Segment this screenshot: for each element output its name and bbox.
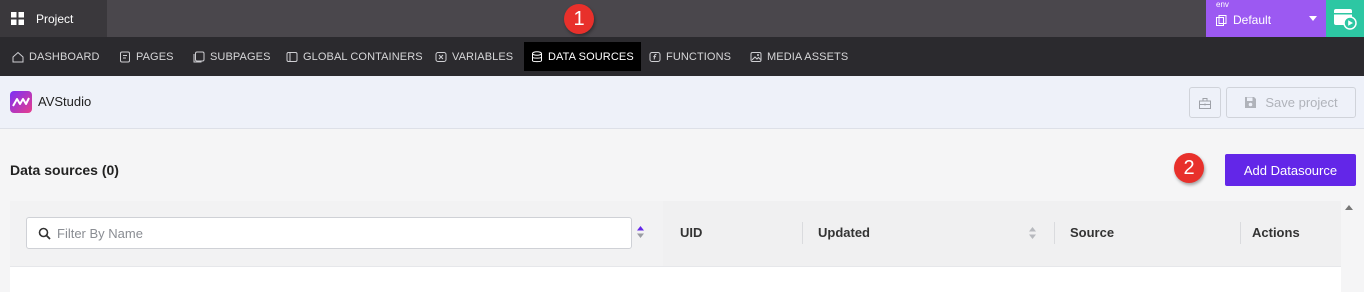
column-divider bbox=[802, 222, 803, 244]
annotation-marker-2: 2 bbox=[1174, 153, 1204, 183]
nav-subpages[interactable]: SUBPAGES bbox=[186, 42, 278, 71]
datasources-table: Filter By Name UID Updated Source Action… bbox=[10, 201, 1341, 292]
project-label: Project bbox=[36, 11, 74, 26]
top-bar: Project env Default bbox=[0, 0, 1364, 37]
filter-input[interactable]: Filter By Name bbox=[26, 217, 632, 249]
home-icon bbox=[12, 51, 24, 62]
nav-global-containers[interactable]: GLOBAL CONTAINERS bbox=[279, 42, 430, 71]
copy-icon bbox=[1216, 15, 1227, 26]
column-source[interactable]: Source bbox=[1070, 225, 1114, 240]
nav-label: DATA SOURCES bbox=[548, 50, 634, 63]
browser-play-icon bbox=[1334, 8, 1357, 30]
avstudio-logo-icon bbox=[10, 91, 32, 113]
sort-icon[interactable] bbox=[1028, 226, 1037, 240]
project-tab[interactable]: Project bbox=[0, 0, 107, 37]
brand-name: AVStudio bbox=[38, 94, 92, 109]
chevron-down-icon bbox=[1309, 16, 1317, 21]
grid-icon bbox=[11, 12, 24, 25]
env-selector[interactable]: env Default bbox=[1206, 0, 1326, 37]
settings-button[interactable] bbox=[1189, 87, 1221, 118]
nav-label: PAGES bbox=[136, 50, 174, 63]
add-datasource-button[interactable]: Add Datasource bbox=[1225, 154, 1356, 186]
table-header: UID Updated Source Actions bbox=[663, 201, 1341, 266]
filter-cell: Filter By Name bbox=[10, 201, 663, 266]
column-divider bbox=[1240, 222, 1241, 244]
image-icon bbox=[750, 51, 762, 62]
sort-icon[interactable] bbox=[636, 225, 645, 239]
nav-label: VARIABLES bbox=[452, 50, 514, 63]
page-title: Data sources (0) bbox=[10, 162, 119, 178]
search-icon bbox=[38, 227, 51, 240]
nav-variables[interactable]: VARIABLES bbox=[428, 42, 520, 71]
nav-data-sources[interactable]: DATA SOURCES bbox=[524, 42, 641, 71]
save-icon bbox=[1245, 97, 1257, 108]
container-icon bbox=[286, 51, 298, 62]
toolbox-icon bbox=[1199, 97, 1211, 109]
subpage-icon bbox=[193, 51, 205, 62]
preview-button[interactable] bbox=[1326, 0, 1364, 37]
nav-media-assets[interactable]: MEDIA ASSETS bbox=[743, 42, 855, 71]
env-small-label: env bbox=[1216, 0, 1229, 9]
nav-label: DASHBOARD bbox=[29, 50, 100, 63]
table-body bbox=[10, 266, 1341, 292]
scroll-up-arrow-icon[interactable] bbox=[1345, 205, 1353, 210]
column-updated[interactable]: Updated bbox=[818, 225, 870, 240]
main-nav: DASHBOARD PAGES SUBPAGES GLOBAL CONTAINE… bbox=[0, 37, 1364, 76]
filter-placeholder: Filter By Name bbox=[57, 225, 143, 241]
nav-label: GLOBAL CONTAINERS bbox=[303, 50, 423, 63]
column-divider bbox=[1054, 222, 1055, 244]
nav-pages[interactable]: PAGES bbox=[112, 42, 181, 71]
save-project-button[interactable]: Save project bbox=[1226, 87, 1356, 118]
nav-label: SUBPAGES bbox=[210, 50, 271, 63]
nav-label: MEDIA ASSETS bbox=[767, 50, 849, 63]
database-icon bbox=[532, 50, 542, 62]
nav-dashboard[interactable]: DASHBOARD bbox=[5, 42, 107, 71]
sub-header: AVStudio Save project bbox=[0, 76, 1364, 129]
column-actions: Actions bbox=[1252, 225, 1300, 240]
annotation-marker-1: 1 bbox=[564, 4, 594, 34]
env-value: Default bbox=[1233, 13, 1272, 27]
page-icon bbox=[120, 51, 130, 62]
nav-label: FUNCTIONS bbox=[666, 50, 732, 63]
variable-icon bbox=[435, 51, 447, 62]
save-label: Save project bbox=[1265, 95, 1338, 110]
nav-functions[interactable]: FUNCTIONS bbox=[642, 42, 738, 71]
function-icon bbox=[649, 51, 661, 62]
column-uid[interactable]: UID bbox=[680, 225, 702, 240]
